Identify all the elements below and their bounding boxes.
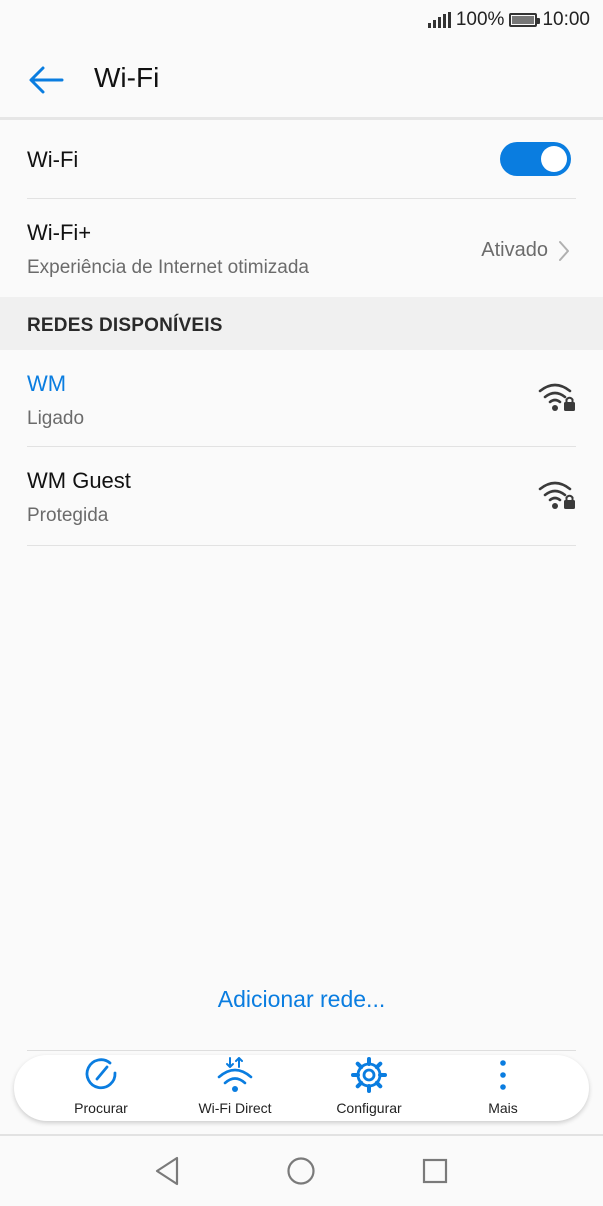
section-title: REDES DISPONÍVEIS: [27, 315, 223, 336]
wifi-toggle-row[interactable]: Wi-Fi: [0, 120, 603, 198]
gear-icon: [351, 1057, 387, 1093]
chevron-right-icon: [559, 241, 569, 261]
wifi-plus-label: Wi-Fi+: [27, 220, 92, 245]
arrow-left-icon: [29, 66, 64, 94]
row-divider: [27, 545, 576, 546]
signal-icon: [427, 12, 451, 28]
wifi-direct-label: Wi-Fi Direct: [198, 1100, 272, 1116]
scan-button[interactable]: Procurar: [41, 1055, 161, 1121]
toggle-knob: [541, 146, 567, 172]
network-name: WM Guest: [27, 468, 131, 493]
home-circle-icon[interactable]: [284, 1154, 318, 1188]
refresh-icon: [85, 1058, 117, 1090]
wifi-lock-icon: [538, 481, 575, 509]
network-status: Protegida: [27, 505, 109, 526]
more-vertical-icon: [500, 1060, 506, 1090]
bottom-toolbar: Procurar Wi-Fi Direct Configurar Mais: [14, 1055, 589, 1121]
section-header: REDES DISPONÍVEIS: [0, 297, 603, 350]
wifi-lock-icon: [538, 383, 575, 411]
navigation-bar: [0, 1136, 603, 1206]
add-network-link[interactable]: Adicionar rede...: [0, 986, 603, 1013]
wifi-plus-row[interactable]: Wi-Fi+ Experiência de Internet otimizada…: [0, 199, 603, 297]
wifi-plus-subtitle: Experiência de Internet otimizada: [27, 257, 309, 278]
page-title: Wi-Fi: [94, 62, 160, 93]
wifi-plus-value: Ativado: [481, 239, 548, 261]
scan-label: Procurar: [74, 1100, 128, 1116]
network-item-wm-guest[interactable]: WM Guest Protegida: [0, 447, 603, 545]
wifi-direct-icon: [217, 1057, 253, 1092]
more-button[interactable]: Mais: [443, 1055, 563, 1121]
battery-percent: 100%: [455, 9, 505, 30]
back-button[interactable]: [26, 60, 66, 100]
network-item-wm[interactable]: WM Ligado: [0, 350, 603, 446]
configure-button[interactable]: Configurar: [309, 1055, 429, 1121]
toolbar-divider: [27, 1050, 576, 1051]
wifi-toggle-label: Wi-Fi: [27, 147, 79, 172]
recents-square-icon[interactable]: [418, 1154, 452, 1188]
battery-icon: [509, 13, 541, 27]
app-bar: Wi-Fi: [0, 40, 603, 118]
network-status: Ligado: [27, 408, 85, 429]
more-label: Mais: [488, 1100, 518, 1116]
wifi-direct-button[interactable]: Wi-Fi Direct: [175, 1055, 295, 1121]
configure-label: Configurar: [336, 1100, 402, 1116]
network-name: WM: [27, 371, 67, 396]
back-triangle-icon[interactable]: [151, 1154, 185, 1188]
status-bar: 100% 10:00: [0, 0, 603, 40]
wifi-toggle-switch[interactable]: [500, 142, 571, 176]
clock: 10:00: [542, 9, 590, 30]
